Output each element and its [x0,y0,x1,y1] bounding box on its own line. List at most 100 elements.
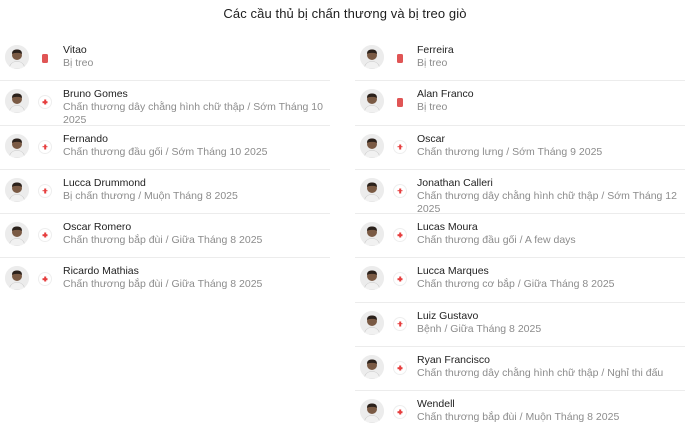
player-row[interactable]: Lucca Marques Chấn thương cơ bắp / Giữa … [355,258,685,303]
status-indicator [38,184,52,198]
player-row[interactable]: Lucca Drummond Bị chấn thương / Muộn Thá… [0,170,330,215]
injury-cross-icon [394,406,406,419]
player-avatar [360,266,384,291]
player-row[interactable]: Oscar Romero Chấn thương bắp đùi / Giữa … [0,214,330,259]
player-status-detail: Bị treo [63,57,94,69]
player-status-detail: Chấn thương đầu gối / Sớm Tháng 10 2025 [63,145,268,158]
player-avatar [360,89,384,114]
player-avatar [5,177,29,202]
player-status-detail: Chấn thương bắp đùi / Muộn Tháng 8 2025 [417,411,620,424]
player-avatar [5,89,29,114]
player-status-detail: Bị treo [417,101,448,114]
status-indicator [38,228,52,242]
player-status-detail: Chấn thương dây chằng hình chữ thập / Sớ… [63,101,323,127]
injury-cross-icon [39,140,51,153]
injury-cross-icon [394,273,406,286]
player-photo-icon [5,266,29,291]
player-avatar [5,133,29,158]
player-photo-icon [360,222,384,247]
status-indicator [393,272,407,286]
player-name: Ferreira [417,44,454,56]
player-row[interactable]: Vitao Bị treo [0,37,330,82]
player-status-detail: Chấn thương lưng / Sớm Tháng 9 2025 [417,145,603,158]
status-indicator [38,140,52,154]
player-row[interactable]: Jonathan Calleri Chấn thương dây chằng h… [355,170,685,215]
injury-cross-icon [394,184,406,197]
player-name: Wendell [417,398,455,411]
player-status-detail: Chấn thương đầu gối / A few days [417,234,576,247]
page-title: Các cầu thủ bị chấn thương và bị treo gi… [223,6,467,21]
player-name: Jonathan Calleri [417,176,493,189]
player-row[interactable]: Bruno Gomes Chấn thương dây chằng hình c… [0,81,330,127]
player-row[interactable]: Ryan Francisco Chấn thương dây chằng hìn… [355,347,685,392]
injury-cross-icon [39,273,51,286]
player-avatar [360,355,384,380]
player-avatar [5,266,29,291]
player-name: Lucas Moura [417,221,478,234]
player-name: Lucca Marques [417,265,489,278]
player-name: Luiz Gustavo [417,309,479,322]
player-photo-icon [360,399,384,424]
player-photo-icon [5,133,29,158]
player-avatar [360,399,384,424]
left-player-list: Vitao Bị treo Bruno Gomes Chấn thương dâ… [0,37,330,303]
status-indicator [38,95,52,109]
right-player-list: Ferreira Bị treo Alan Franco Bị treo Osc… [355,37,685,431]
player-status-detail: Chấn thương dây chằng hình chữ thập / Ng… [417,367,664,380]
player-row[interactable]: Wendell Chấn thương bắp đùi / Muộn Tháng… [355,391,685,431]
player-name: Oscar Romero [63,221,132,234]
player-avatar [360,177,384,202]
player-avatar [360,222,384,247]
status-indicator [393,361,407,375]
player-photo-icon [5,45,29,69]
injury-cross-icon [394,229,406,242]
player-avatar [360,310,384,335]
status-indicator [38,51,52,65]
player-avatar [360,45,384,69]
status-indicator [393,51,407,65]
injury-cross-icon [394,362,406,375]
player-name: Oscar [417,132,446,145]
player-row[interactable]: Luiz Gustavo Bệnh / Giữa Tháng 8 2025 [355,303,685,348]
player-name: Ryan Francisco [417,354,490,367]
player-photo-icon [360,45,384,69]
player-photo-icon [360,266,384,291]
injury-cross-icon [39,229,51,242]
player-name: Ricardo Mathias [63,265,139,278]
player-photo-icon [360,310,384,335]
player-row[interactable]: Ricardo Mathias Chấn thương bắp đùi / Gi… [0,258,330,302]
player-name: Lucca Drummond [63,176,146,189]
player-photo-icon [360,133,384,158]
player-status-detail: Chấn thương dây chằng hình chữ thập / Sớ… [417,189,677,215]
player-avatar [360,133,384,158]
player-avatar [5,222,29,247]
red-card-icon [42,53,48,63]
status-indicator [393,140,407,154]
injury-cross-icon [394,140,406,153]
status-indicator [393,317,407,331]
status-indicator [393,184,407,198]
red-card-icon [397,53,403,63]
player-name: Bruno Gomes [63,88,128,101]
player-photo-icon [360,177,384,202]
injury-cross-icon [39,184,51,197]
player-name: Alan Franco [417,88,474,101]
player-status-detail: Chấn thương bắp đùi / Giữa Tháng 8 2025 [63,278,263,291]
status-indicator [393,228,407,242]
player-row[interactable]: Fernando Chấn thương đầu gối / Sớm Tháng… [0,126,330,170]
status-indicator [38,272,52,286]
red-card-icon [397,97,403,107]
player-name: Fernando [63,132,108,145]
status-indicator [393,405,407,419]
player-row[interactable]: Ferreira Bị treo [355,37,685,82]
player-row[interactable]: Lucas Moura Chấn thương đầu gối / A few … [355,214,685,259]
player-photo-icon [5,222,29,247]
player-status-detail: Chấn thương bắp đùi / Giữa Tháng 8 2025 [63,234,263,247]
player-row[interactable]: Oscar Chấn thương lưng / Sớm Tháng 9 202… [355,126,685,170]
player-status-detail: Bệnh / Giữa Tháng 8 2025 [417,322,542,335]
player-row[interactable]: Alan Franco Bị treo [355,81,685,126]
player-photo-icon [5,177,29,202]
player-status-detail: Bị chấn thương / Muộn Tháng 8 2025 [63,189,238,202]
player-name: Vitao [63,44,87,56]
player-photo-icon [5,89,29,114]
